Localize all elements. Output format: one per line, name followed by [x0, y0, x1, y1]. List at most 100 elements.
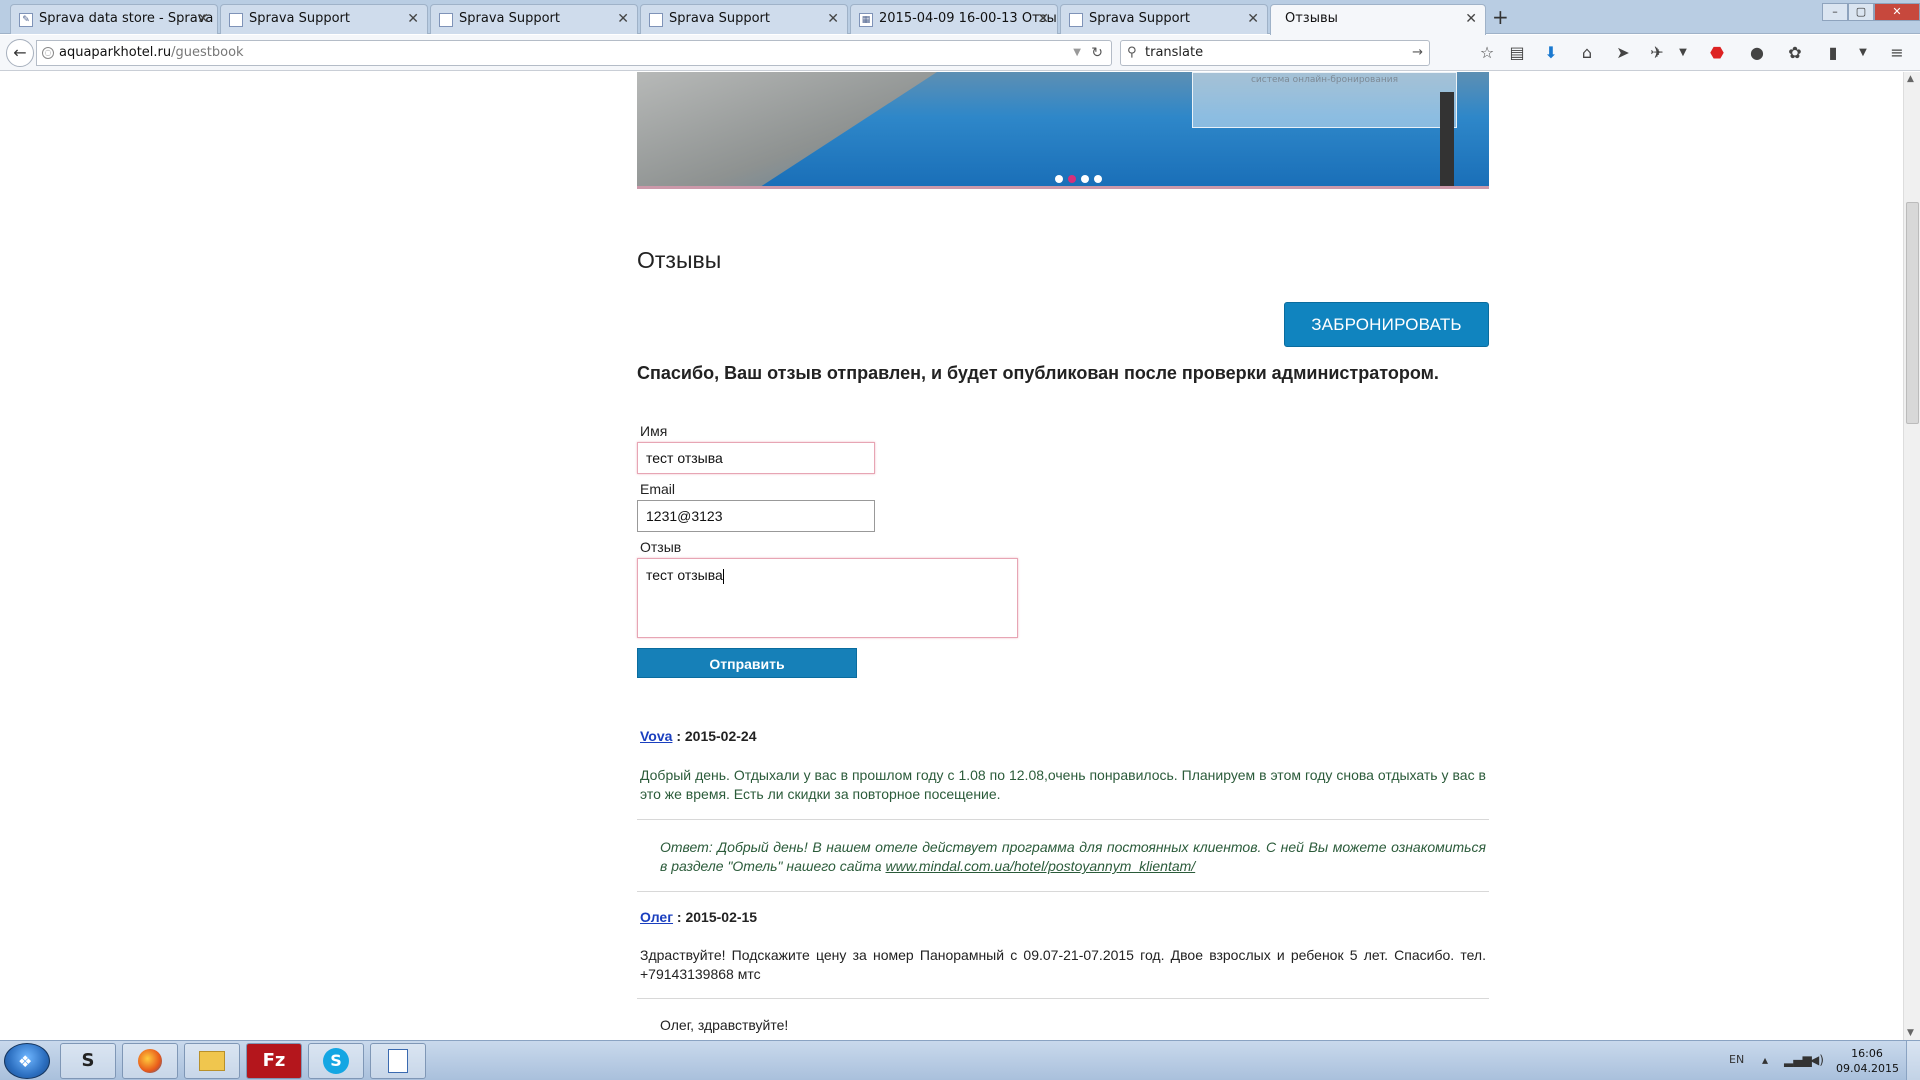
volume-icon[interactable]: ◀)	[1810, 1053, 1824, 1067]
tab-strip: ✎ Sprava data store - Sprava ... ✕ Sprav…	[0, 0, 1920, 35]
tab-label: Sprava Support	[669, 11, 770, 26]
tab-label: Отзывы	[1285, 11, 1338, 26]
download-icon[interactable]: ⬇	[1540, 42, 1562, 64]
review-date: : 2015-02-15	[676, 909, 758, 925]
clock-date: 09.04.2015	[1836, 1062, 1899, 1075]
search-icon: ⚲	[1127, 45, 1137, 60]
language-indicator[interactable]: EN	[1729, 1053, 1744, 1066]
browser-tab[interactable]: Sprava Support ✕	[640, 4, 848, 34]
close-icon[interactable]: ✕	[407, 5, 419, 33]
tab-label: Sprava Support	[459, 11, 560, 26]
bookmarks-list-icon[interactable]: ▤	[1506, 42, 1528, 64]
name-field[interactable]: тест отзыва	[637, 442, 875, 474]
review-text: Здраствуйте! Подскажите цену за номер Па…	[640, 947, 1486, 982]
clipboard-icon[interactable]: ▮	[1822, 42, 1844, 64]
name-label: Имя	[640, 423, 668, 439]
banner-caption: система онлайн-бронирования	[1250, 75, 1399, 85]
email-field[interactable]: 1231@3123	[637, 500, 875, 532]
thanks-message: Спасибо, Ваш отзыв отправлен, и будет оп…	[637, 363, 1439, 383]
close-icon[interactable]: ✕	[197, 5, 209, 33]
menu-icon[interactable]: ≡	[1886, 42, 1908, 64]
tab-label: Sprava Support	[249, 11, 350, 26]
review-author-link[interactable]: Олег	[640, 909, 673, 925]
browser-tab[interactable]: ✎ Sprava data store - Sprava ... ✕	[10, 4, 218, 34]
chevron-down-icon[interactable]: ▼	[1672, 42, 1694, 64]
page-favicon-icon	[649, 13, 663, 27]
hero-banner: система онлайн-бронирования	[637, 72, 1489, 189]
browser-tab-active[interactable]: Отзывы ✕	[1270, 4, 1486, 35]
taskbar-filezilla[interactable]: Fz	[246, 1043, 302, 1079]
home-icon[interactable]: ⌂	[1576, 42, 1598, 64]
review-header: Vova : 2015-02-24	[640, 728, 757, 744]
filezilla-icon: Fz	[262, 1050, 286, 1071]
reload-icon[interactable]: ↻	[1091, 41, 1103, 65]
clock-time: 16:06	[1851, 1047, 1883, 1060]
review-text: тест отзыва	[646, 567, 723, 583]
close-icon[interactable]: ✕	[1247, 5, 1259, 33]
tab-label: 2015-04-09 16-00-13 Отзы...	[879, 11, 1058, 26]
close-icon[interactable]: ✕	[827, 5, 839, 33]
reply-link[interactable]: www.mindal.com.ua/hotel/postoyannym_klie…	[885, 858, 1195, 874]
image-favicon-icon: ▦	[859, 13, 873, 27]
close-icon[interactable]: ✕	[1465, 5, 1477, 33]
taskbar-firefox[interactable]	[122, 1043, 178, 1079]
scroll-up-icon[interactable]: ▲	[1907, 74, 1914, 84]
firefox-icon	[138, 1049, 162, 1073]
scroll-down-icon[interactable]: ▼	[1907, 1028, 1914, 1038]
booking-widget-panel: система онлайн-бронирования	[1192, 72, 1457, 128]
browser-tab[interactable]: Sprava Support ✕	[220, 4, 428, 34]
divider	[637, 998, 1489, 999]
browser-tab[interactable]: ▦ 2015-04-09 16-00-13 Отзы... ✕	[850, 4, 1058, 34]
back-button[interactable]: ←	[6, 39, 34, 67]
globe-icon: ◌	[42, 47, 54, 59]
puzzle-icon[interactable]: ✿	[1784, 42, 1806, 64]
maximize-icon[interactable]: ▢	[1848, 3, 1874, 21]
tab-label: Sprava data store - Sprava ...	[39, 11, 218, 26]
new-tab-button[interactable]: +	[1492, 4, 1509, 30]
submit-button[interactable]: Отправить	[637, 648, 857, 678]
extension-icon[interactable]: ✈	[1646, 42, 1668, 64]
review-label: Отзыв	[640, 539, 682, 555]
taskbar-wordpad[interactable]	[370, 1043, 426, 1079]
send-icon[interactable]: ➤	[1612, 42, 1634, 64]
address-bar[interactable]: ◌ aquaparkhotel.ru/guestbook ▼ ↻	[36, 40, 1112, 66]
page-title: Отзывы	[637, 247, 722, 273]
text-caret	[722, 568, 724, 584]
review-author-link[interactable]: Vova	[640, 728, 672, 744]
close-icon[interactable]: ✕	[617, 5, 629, 33]
go-arrow-icon[interactable]: →	[1412, 41, 1423, 65]
dropdown-arrow-icon[interactable]: ▼	[1073, 41, 1081, 65]
search-input[interactable]: ⚲ translate →	[1120, 40, 1430, 66]
taskbar-skype[interactable]: S	[308, 1043, 364, 1079]
adblock-icon[interactable]: ⬣	[1706, 42, 1728, 64]
minimize-icon[interactable]: –	[1822, 3, 1848, 21]
lamp-post	[1440, 92, 1454, 186]
slider-dot[interactable]	[1081, 175, 1089, 183]
close-window-icon[interactable]: ✕	[1874, 3, 1920, 21]
page-scrollbar[interactable]: ▲ ▼	[1903, 72, 1920, 1040]
chat-icon[interactable]: ●	[1746, 42, 1768, 64]
taskbar-explorer[interactable]	[184, 1043, 240, 1079]
start-button[interactable]: ❖	[4, 1043, 50, 1079]
slider-dot-active[interactable]	[1068, 175, 1076, 183]
browser-tab[interactable]: Sprava Support ✕	[430, 4, 638, 34]
system-clock[interactable]: 16:06 09.04.2015	[1836, 1046, 1899, 1076]
sprava-favicon-icon: ✎	[19, 13, 33, 27]
tray-expand-icon[interactable]: ▴	[1762, 1053, 1768, 1067]
slider-dot[interactable]	[1094, 175, 1102, 183]
slider-dot[interactable]	[1055, 175, 1063, 183]
url-host: aquaparkhotel.ru	[59, 45, 172, 60]
network-icon[interactable]: ▂▄▆	[1784, 1053, 1812, 1067]
bookmark-star-icon[interactable]: ☆	[1476, 42, 1498, 64]
sublime-icon: S	[81, 1050, 95, 1071]
review-textarea[interactable]: тест отзыва	[637, 558, 1018, 638]
show-desktop-button[interactable]	[1906, 1041, 1920, 1080]
chevron-down-icon[interactable]: ▼	[1852, 42, 1874, 64]
taskbar-sublime[interactable]: S	[60, 1043, 116, 1079]
scrollbar-thumb[interactable]	[1906, 202, 1919, 424]
close-icon[interactable]: ✕	[1037, 5, 1049, 33]
skype-icon: S	[323, 1048, 349, 1074]
email-label: Email	[640, 481, 676, 497]
book-button[interactable]: ЗАБРОНИРОВАТЬ	[1284, 302, 1489, 347]
browser-tab[interactable]: Sprava Support ✕	[1060, 4, 1268, 34]
